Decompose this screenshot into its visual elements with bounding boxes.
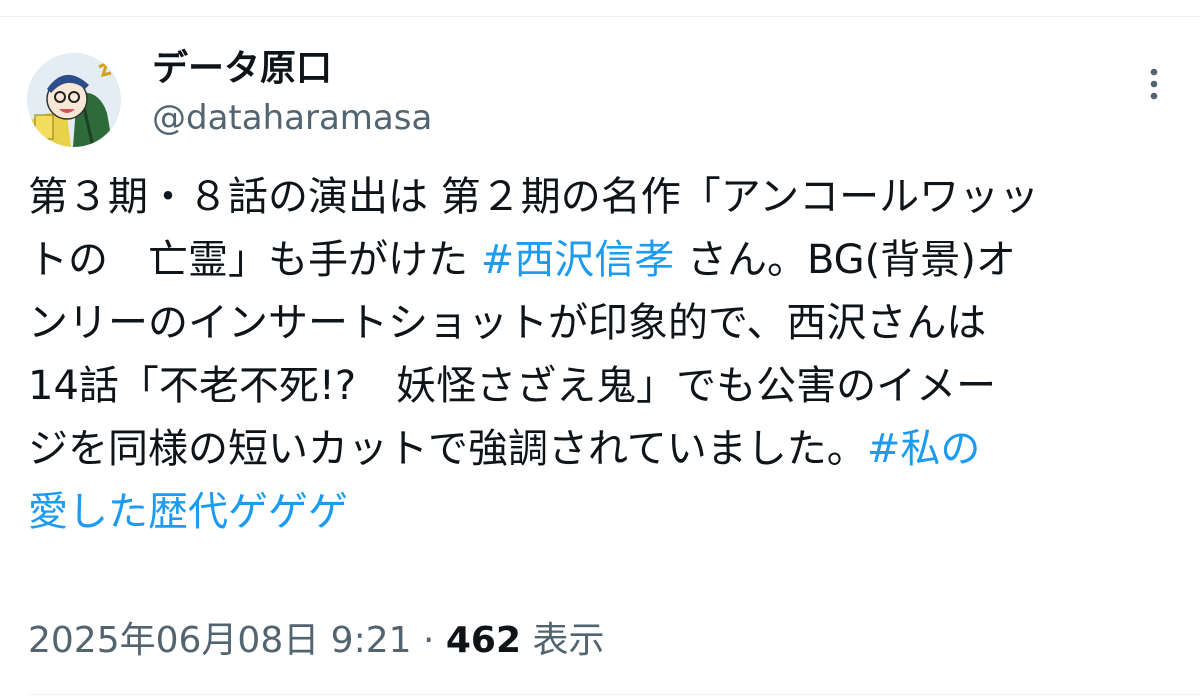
tweet-card: データ原口 @dataharamasa 第３期・８話の演出は 第２期の名作「アン… xyxy=(0,0,1200,698)
tweet-meta: 2025年06月08日 9:21 · 462 表示 xyxy=(28,614,604,668)
meta-separator: · xyxy=(411,620,446,661)
tweet-text-segment: ジを同様の短いカットで強調されていました。 xyxy=(28,426,867,472)
more-vertical-icon xyxy=(1150,68,1158,100)
tweet-text: 第３期・８話の演出は 第２期の名作「アンコールワッッ トの 亡霊」も手がけた #… xyxy=(28,166,1188,544)
view-count: 462 xyxy=(445,620,522,661)
bottom-divider xyxy=(28,694,1200,695)
display-name[interactable]: データ原口 xyxy=(152,44,332,94)
tweet-line: 14話「不老不死!? 妖怪さざえ鬼」でも公害のイメー xyxy=(28,363,997,409)
user-handle[interactable]: @dataharamasa xyxy=(152,96,432,140)
tweet-text-segment: トの 亡霊」も手がけた xyxy=(28,237,481,283)
tweet-line: ジを同様の短いカットで強調されていました。#私の xyxy=(28,418,1188,481)
tweet-timestamp[interactable]: 2025年06月08日 9:21 xyxy=(28,620,412,661)
avatar[interactable] xyxy=(27,53,121,147)
tweet-line: トの 亡霊」も手がけた #西沢信孝 さん。BG(背景)オ xyxy=(28,229,1188,292)
more-options-button[interactable] xyxy=(1134,64,1174,104)
tweet-line: 愛した歴代ゲゲゲ xyxy=(28,481,1188,544)
view-label: 表示 xyxy=(521,620,605,661)
tweet-text-segment: さん。BG(背景)オ xyxy=(674,237,1016,283)
top-divider xyxy=(0,16,1200,17)
hashtag-link[interactable]: 愛した歴代ゲゲゲ xyxy=(28,489,348,535)
avatar-illustration xyxy=(27,53,121,147)
tweet-line: ンリーのインサートショットが印象的で、西沢さんは xyxy=(28,300,987,346)
hashtag-link[interactable]: #私の xyxy=(867,426,981,472)
hashtag-link[interactable]: #西沢信孝 xyxy=(481,237,675,283)
tweet-line: 第３期・８話の演出は 第２期の名作「アンコールワッッ xyxy=(28,174,1040,220)
